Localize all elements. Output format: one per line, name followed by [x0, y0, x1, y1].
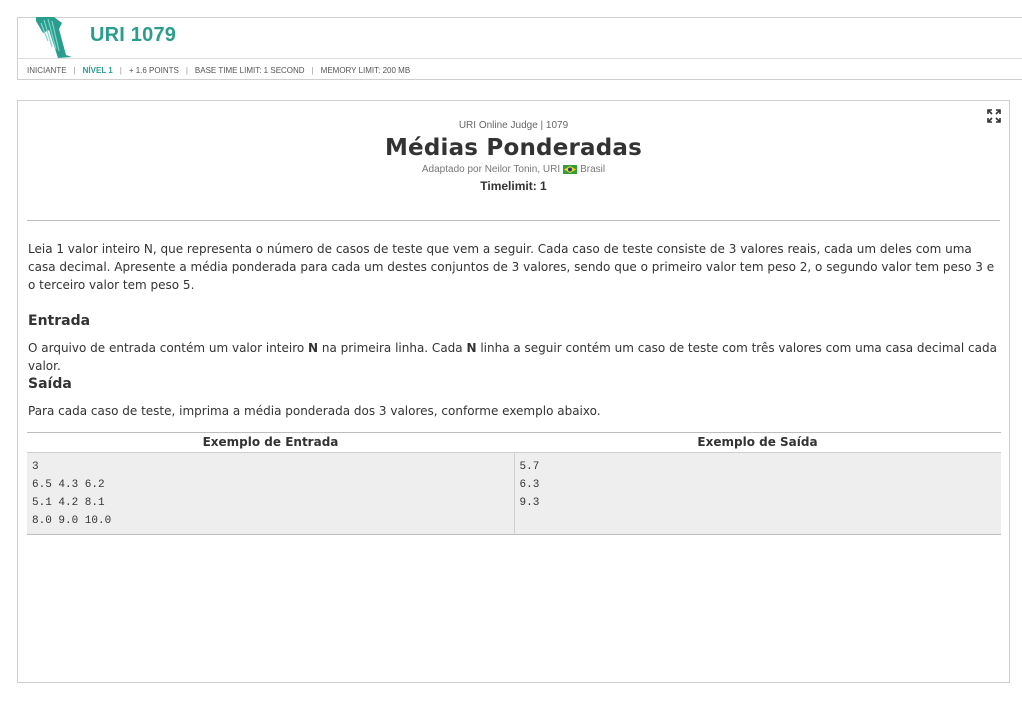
example-input-line: 3	[32, 461, 39, 473]
author-line: Adaptado por Neilor Tonin, URI Brasil	[18, 164, 1009, 175]
input-text-bold: N	[466, 341, 477, 355]
meta-category[interactable]: INICIANTE	[27, 66, 67, 75]
meta-level[interactable]: NÍVEL 1	[83, 66, 113, 75]
examples-table: Exemplo de Entrada Exemplo de Saída 3 6.…	[27, 432, 1001, 535]
meta-separator: |	[185, 65, 188, 75]
timelimit: Timelimit: 1	[480, 179, 547, 193]
problem-meta-bar: INICIANTE | NÍVEL 1 | + 1.6 POINTS | BAS…	[18, 58, 1022, 81]
brazil-flag-icon	[563, 165, 578, 174]
meta-points: + 1.6 POINTS	[128, 65, 179, 75]
uri-logo-icon	[36, 17, 72, 58]
author-country: Brasil	[580, 164, 606, 175]
example-input-line: 6.5 4.3 6.2	[32, 479, 105, 491]
example-input-header: Exemplo de Entrada	[202, 435, 339, 449]
examples-header-row: Exemplo de Entrada Exemplo de Saída	[27, 433, 1001, 453]
meta-separator: |	[73, 65, 76, 75]
problem-code: URI 1079	[90, 24, 177, 46]
example-output-line: 5.7	[519, 461, 540, 473]
problem-description: Leia 1 valor inteiro N, que representa o…	[28, 242, 995, 292]
example-output-header: Exemplo de Saída	[697, 435, 818, 449]
output-section-title: Saída	[28, 376, 72, 392]
meta-separator: |	[311, 65, 314, 75]
example-input-line: 5.1 4.2 8.1	[32, 497, 105, 509]
input-section-title: Entrada	[28, 313, 91, 329]
author-name[interactable]: Adaptado por Neilor Tonin, URI	[422, 164, 560, 175]
meta-base-time-limit: BASE TIME LIMIT: 1 SECOND	[194, 65, 305, 75]
page-title: Médias Ponderadas	[384, 135, 643, 161]
judge-line: URI Online Judge | 1079	[458, 120, 569, 131]
input-section-text: O arquivo de entrada contém um valor int…	[28, 339, 1001, 375]
example-output-line: 9.3	[519, 497, 540, 509]
output-section-text: Para cada caso de teste, imprima a média…	[28, 404, 601, 418]
problem-card: URI Online Judge | 1079 Médias Ponderada…	[17, 100, 1010, 683]
divider	[27, 220, 1000, 221]
meta-separator: |	[119, 65, 122, 75]
problem-header: URI 1079 INICIANTE | NÍVEL 1 | + 1.6 POI…	[17, 17, 1022, 80]
input-text-bold: N	[308, 341, 319, 355]
examples-body-row: 3 6.5 4.3 6.2 5.1 4.2 8.1 8.0 9.0 10.0 5…	[27, 453, 1001, 534]
input-text-part: na primeira linha. Cada	[318, 341, 467, 355]
meta-memory-limit: MEMORY LIMIT: 200 MB	[320, 65, 411, 75]
example-input-cell[interactable]: 3 6.5 4.3 6.2 5.1 4.2 8.1 8.0 9.0 10.0	[27, 453, 515, 534]
problem-heading: URI Online Judge | 1079 Médias Ponderada…	[18, 120, 1009, 193]
example-input-line: 8.0 9.0 10.0	[32, 515, 112, 527]
example-output-line: 6.3	[519, 479, 540, 491]
example-output-cell[interactable]: 5.7 6.3 9.3	[515, 453, 1002, 534]
input-text-part: O arquivo de entrada contém um valor int…	[28, 341, 309, 355]
